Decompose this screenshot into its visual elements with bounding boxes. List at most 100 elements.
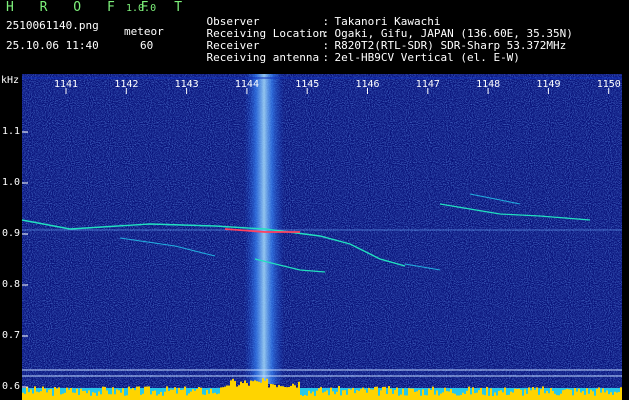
x-tick-label: 1144 [234,79,259,90]
spectrum-bar [578,388,580,400]
spectrum-bar [96,395,98,400]
spectrum-bar [132,387,134,400]
spectrum-bar [540,389,542,400]
spectrum-bar [24,393,26,400]
spectrum-bar [586,388,588,400]
spectrum-bar [70,387,72,400]
spectrum-bar [46,392,48,400]
spectrum-bar [428,388,430,400]
x-tick-label: 1143 [174,79,199,90]
spectrum-bar [618,391,620,400]
spectrum-bar [448,391,450,400]
spectrum-bar [534,389,536,400]
x-tick-label: 1141 [54,79,79,90]
spectrum-bar [40,391,42,400]
spectrum-bar [160,391,162,400]
spectrum-bar [392,393,394,400]
spectrum-bar [308,390,310,400]
spectrum-bar [248,385,250,400]
spectrum-bar [426,395,428,400]
spectrum-bar [298,381,300,400]
spectrum-bar [610,392,612,400]
spectrum-bar [420,395,422,400]
spectrum-bar [484,395,486,400]
spectrum-bar [524,389,526,400]
spectrum-bar [438,395,440,400]
spectrum-bar [232,378,234,400]
spectrum-bar [80,388,82,400]
spectrum-bar [310,393,312,400]
spectrum-bar [386,394,388,400]
spectrum-bar [136,386,138,400]
spectrum-bar [486,386,488,400]
spectrum-bar [348,388,350,400]
spectrum-bar [478,390,480,400]
spectrogram-canvas [21,74,622,400]
spectrum-bar [52,395,54,400]
spectrum-bar [458,395,460,400]
mode-value: 60 [140,39,154,52]
spectrum-bar [200,387,202,400]
spectrum-bar [456,395,458,400]
spectrum-bar [282,386,284,400]
spectrum-bar [196,388,198,400]
y-tick-label: 1.1 [2,126,21,137]
spectrum-bar [284,387,286,400]
spectrum-bar [158,394,160,400]
spectrum-bar [36,391,38,400]
spectrum-bar [330,387,332,400]
spectrum-bar [528,387,530,400]
spectrum-bar [616,392,618,400]
spectrum-bar [580,392,582,400]
spectrum-bar [384,386,386,400]
spectrum-bar [262,378,264,400]
spectrum-bar [328,395,330,400]
spectrum-bar [520,389,522,400]
spectrum-bar [56,388,58,400]
spectrum-bar [504,387,506,400]
spectrum-bar [170,389,172,400]
spectrum-bar [302,395,304,400]
spectrum-bar [202,394,204,400]
spectrum-bar [102,386,104,400]
spectrum-bar [372,389,374,400]
spectrum-bar [414,391,416,400]
info-row-antenna: Receiving antenna:2el-HB9CV Vertical (el… [180,41,520,74]
spectrum-bar [244,380,246,400]
spectrum-bar [292,383,294,400]
spectrum-bar [474,393,476,400]
spectrum-bar [66,387,68,400]
spectrum-bar [592,391,594,400]
spectrum-bar [314,395,316,400]
spectrum-bar [178,387,180,400]
spectrum-bar [336,391,338,400]
spectrum-bar [112,387,114,400]
spectrum-bar [130,389,132,400]
spectrum-bar [164,391,166,400]
spectrum-bar [558,395,560,400]
spectrum-bar [118,390,120,400]
spectrum-bar [122,388,124,400]
spectrum-bar [510,391,512,400]
spectrum-bar [432,386,434,400]
spectrum-bar [492,395,494,400]
spectrum-bar [48,389,50,400]
spectrum-bar [346,394,348,400]
spectrum-bar [362,387,364,400]
filename-label: 2510061140.png [6,19,99,32]
spectrum-bar [614,391,616,400]
spectrum-bar [588,393,590,400]
spectrum-bar [322,392,324,400]
spectrum-bar [150,394,152,400]
spectrum-bar [142,393,144,400]
spectrum-bar [60,394,62,400]
spectrum-bar [364,389,366,400]
spectrum-bar [412,388,414,400]
spectrum-bar [72,392,74,400]
spectrum-bar [218,393,220,400]
spectrum-bar [502,392,504,400]
spectrum-bar [498,390,500,400]
spectrum-bar [532,386,534,400]
spectrum-bar [254,380,256,400]
y-tick-label: 0.7 [2,330,21,341]
